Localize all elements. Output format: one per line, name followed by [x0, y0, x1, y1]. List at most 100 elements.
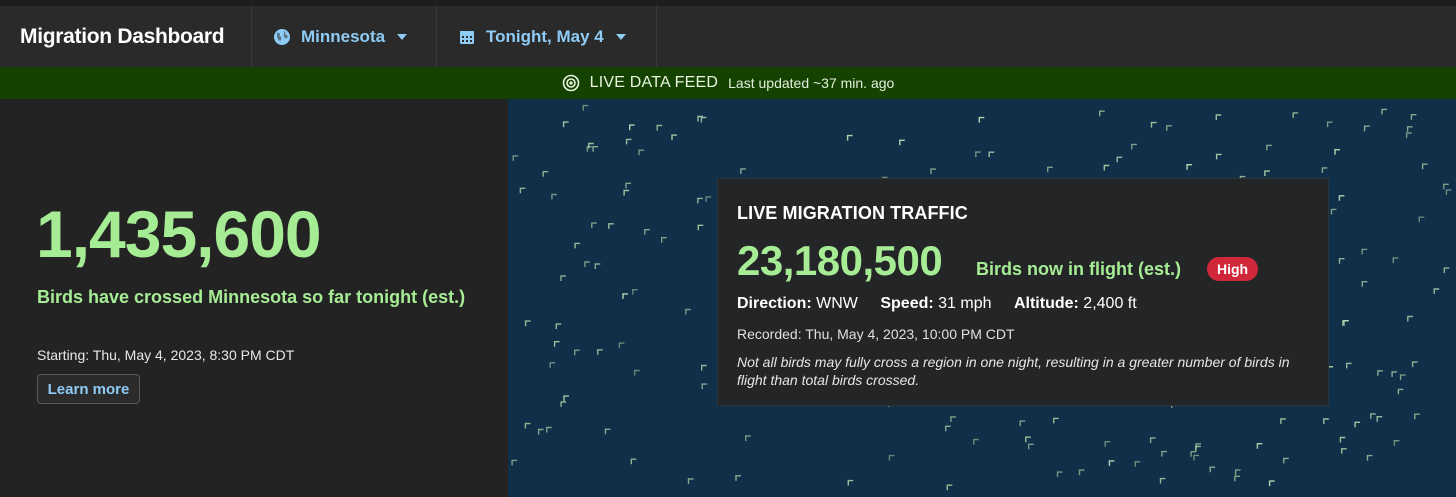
bird-chevron-icon: [1150, 121, 1157, 128]
chevron-down-icon: [397, 33, 408, 40]
direction-stat: Direction: WNW: [737, 295, 858, 312]
bird-chevron-icon: [1330, 208, 1337, 215]
bird-chevron-icon: [685, 308, 691, 315]
bird-chevron-icon: [697, 197, 703, 204]
bird-chevron-icon: [638, 149, 644, 156]
bird-chevron-icon: [978, 116, 985, 123]
birds-in-flight-count: 23,180,500: [737, 237, 943, 284]
bird-chevron-icon: [1338, 258, 1345, 264]
bird-chevron-icon: [524, 320, 531, 327]
broadcast-icon: [562, 74, 580, 92]
bird-chevron-icon: [519, 187, 526, 194]
intensity-badge: High: [1207, 257, 1259, 281]
bird-chevron-icon: [687, 478, 694, 484]
bird-chevron-icon: [1376, 416, 1383, 422]
bird-chevron-icon: [1104, 441, 1111, 447]
date-label: Tonight, May 4: [486, 26, 604, 46]
bird-chevron-icon: [1108, 460, 1115, 466]
bird-chevron-icon: [671, 134, 677, 141]
bird-chevron-icon: [1149, 437, 1156, 443]
bird-chevron-icon: [899, 139, 905, 146]
learn-more-button[interactable]: Learn more: [37, 374, 140, 404]
bird-chevron-icon: [644, 229, 650, 235]
bird-chevron-icon: [597, 349, 603, 355]
bird-chevron-icon: [512, 155, 519, 161]
bird-chevron-icon: [537, 428, 544, 435]
birds-crossed-count: 1,435,600: [36, 197, 322, 271]
globe-icon: [272, 27, 292, 47]
bird-chevron-icon: [975, 151, 981, 158]
bird-chevron-icon: [1292, 112, 1299, 118]
bird-chevron-icon: [1354, 421, 1361, 428]
bird-chevron-icon: [1047, 166, 1053, 173]
bird-chevron-icon: [1266, 144, 1272, 151]
region-label: Minnesota: [301, 26, 386, 46]
bird-chevron-icon: [1410, 114, 1417, 120]
recorded-time-text: Recorded: Thu, May 4, 2023, 10:00 PM CDT: [737, 326, 1015, 342]
bird-chevron-icon: [945, 425, 951, 432]
bird-chevron-icon: [1361, 281, 1368, 287]
bird-chevron-icon: [1321, 167, 1328, 173]
bird-chevron-icon: [701, 383, 708, 390]
bird-chevron-icon: [1338, 195, 1345, 201]
live-traffic-card: LIVE MIGRATION TRAFFIC 23,180,500 Birds …: [717, 178, 1329, 406]
bird-chevron-icon: [546, 426, 552, 433]
bird-chevron-icon: [1280, 418, 1286, 424]
bird-chevron-icon: [1407, 315, 1413, 322]
bird-chevron-icon: [549, 362, 556, 368]
region-dropdown[interactable]: Minnesota: [252, 6, 437, 67]
bird-chevron-icon: [625, 138, 632, 145]
app-title: Migration Dashboard: [0, 6, 252, 67]
bird-chevron-icon: [1443, 267, 1450, 274]
bird-chevron-icon: [1326, 121, 1333, 128]
bird-chevron-icon: [1323, 418, 1329, 424]
bird-chevron-icon: [697, 224, 704, 231]
bird-chevron-icon: [700, 116, 707, 123]
bird-chevron-icon: [625, 182, 631, 189]
bird-chevron-icon: [591, 222, 597, 229]
bird-chevron-icon: [1053, 417, 1059, 424]
bird-chevron-icon: [1361, 248, 1368, 255]
bird-chevron-icon: [1209, 466, 1216, 473]
bird-chevron-icon: [584, 261, 590, 267]
bird-chevron-icon: [930, 168, 936, 175]
calendar-icon: [457, 27, 477, 47]
bird-chevron-icon: [582, 104, 589, 111]
date-dropdown[interactable]: Tonight, May 4: [437, 6, 657, 67]
bird-chevron-icon: [1405, 132, 1412, 138]
bird-chevron-icon: [542, 171, 549, 177]
bird-chevron-icon: [592, 146, 599, 152]
bird-chevron-icon: [701, 364, 707, 371]
live-data-bar: LIVE DATA FEED Last updated ~37 min. ago: [0, 67, 1456, 99]
bird-chevron-icon: [1019, 420, 1026, 427]
bird-chevron-icon: [1339, 436, 1346, 443]
live-feed-label: LIVE DATA FEED: [589, 74, 719, 91]
bird-chevron-icon: [745, 435, 751, 441]
bird-chevron-icon: [1443, 183, 1449, 190]
bird-chevron-icon: [1268, 480, 1275, 487]
bird-chevron-icon: [562, 121, 569, 128]
bird-chevron-icon: [735, 475, 741, 481]
bird-chevron-icon: [1078, 469, 1085, 476]
altitude-stat: Altitude: 2,400 ft: [1013, 295, 1137, 312]
bird-chevron-icon: [847, 479, 854, 486]
bird-chevron-icon: [1391, 371, 1398, 377]
bird-chevron-icon: [656, 124, 663, 131]
bird-chevron-icon: [574, 242, 581, 249]
birds-crossed-label: Birds have crossed Minnesota so far toni…: [37, 287, 466, 307]
bird-chevron-icon: [1234, 469, 1241, 476]
bird-chevron-icon: [574, 349, 580, 356]
bird-chevron-icon: [1025, 436, 1031, 443]
traffic-disclaimer: Not all birds may fully cross a region i…: [737, 354, 1290, 388]
bird-chevron-icon: [705, 196, 712, 202]
bird-chevron-icon: [1411, 361, 1418, 368]
bird-chevron-icon: [1186, 164, 1193, 170]
bird-chevron-icon: [630, 458, 637, 465]
bird-chevron-icon: [946, 484, 953, 491]
bird-chevron-icon: [1377, 370, 1383, 376]
bird-chevron-icon: [622, 293, 628, 299]
bird-chevron-icon: [1381, 108, 1387, 115]
bird-chevron-icon: [1421, 163, 1428, 170]
bird-chevron-icon: [555, 323, 562, 330]
bird-chevron-icon: [1166, 125, 1172, 131]
